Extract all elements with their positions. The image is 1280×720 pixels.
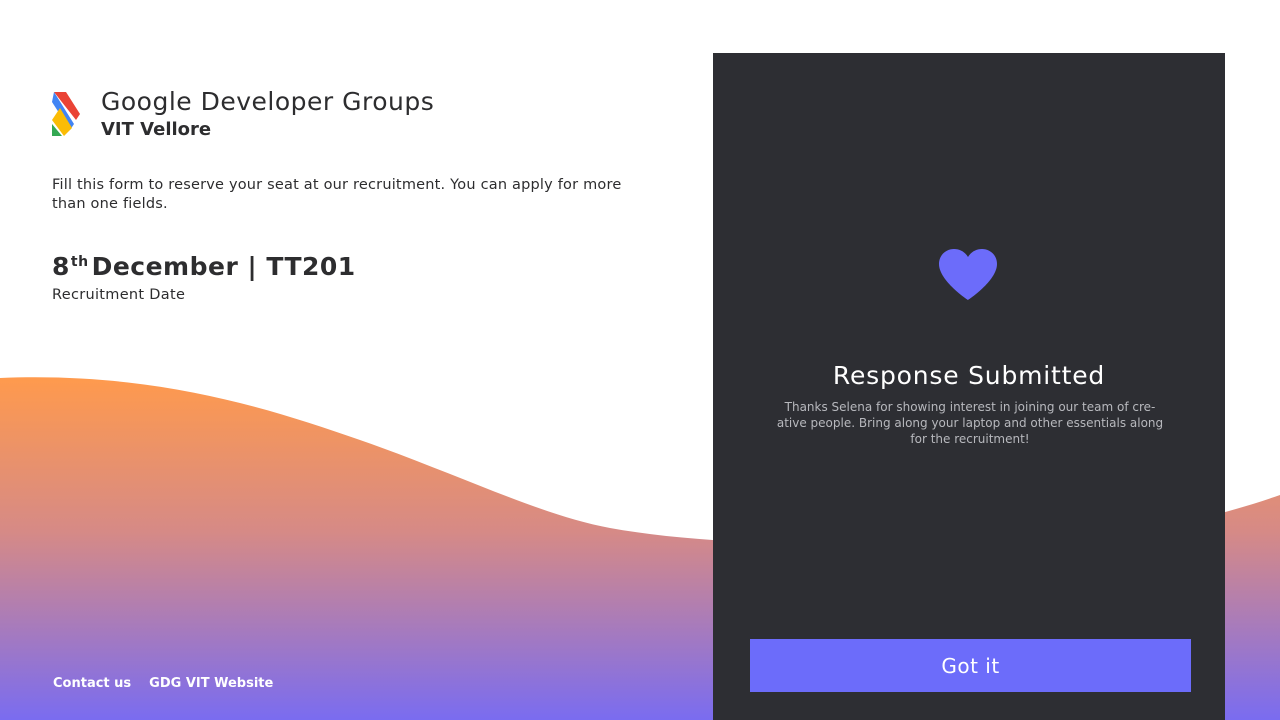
gdg-website-link[interactable]: GDG VIT Website bbox=[149, 676, 273, 691]
event-date-rest: December | TT201 bbox=[91, 252, 356, 281]
brand-title: Google Developer Groups bbox=[101, 87, 435, 116]
footer-links: Contact us GDG VIT Website bbox=[53, 676, 273, 691]
response-title: Response Submitted bbox=[832, 361, 1106, 390]
event-date-heading: 8th December | TT201 bbox=[52, 252, 356, 281]
response-message: Thanks Selena for showing interest in jo… bbox=[776, 400, 1164, 446]
contact-us-link[interactable]: Contact us bbox=[53, 676, 131, 691]
brand-subtitle: VIT Vellore bbox=[101, 119, 212, 140]
event-day: 8 bbox=[52, 252, 70, 281]
page: Google Developer Groups VIT Vellore Fill… bbox=[0, 0, 1280, 720]
response-card: Response Submitted Thanks Selena for sho… bbox=[713, 53, 1225, 720]
event-day-suffix: th bbox=[70, 254, 89, 270]
gdg-logo-icon bbox=[52, 90, 82, 138]
heart-icon bbox=[939, 249, 997, 301]
intro-text: Fill this form to reserve your seat at o… bbox=[52, 177, 622, 212]
got-it-button[interactable]: Got it bbox=[750, 639, 1191, 692]
event-date-label: Recruitment Date bbox=[52, 287, 186, 303]
